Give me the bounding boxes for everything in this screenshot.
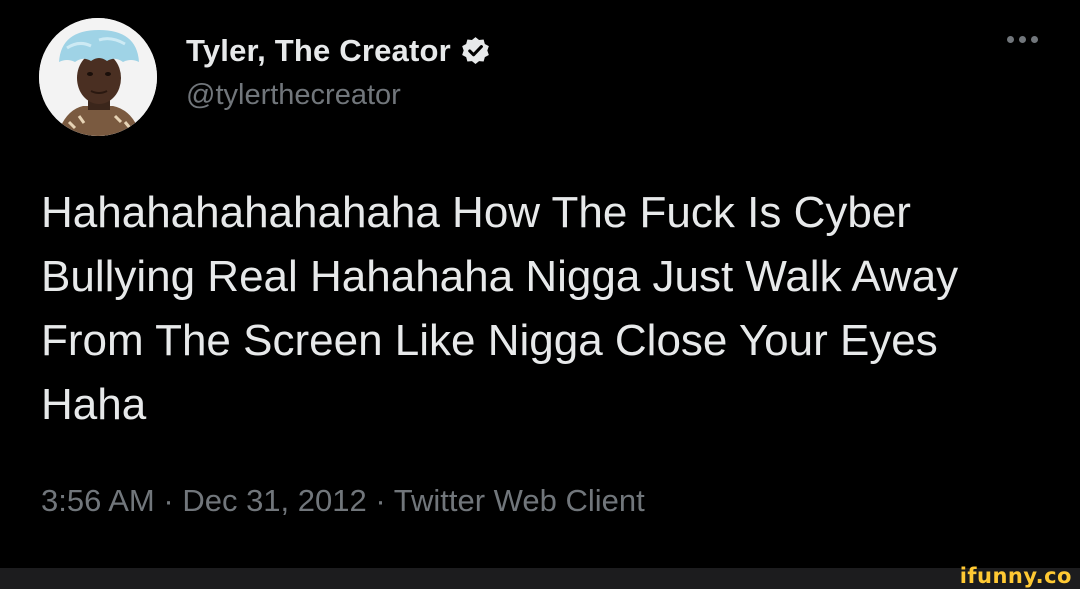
more-options-icon[interactable]	[1007, 36, 1038, 43]
meta-separator: ·	[375, 483, 386, 518]
tweet-source[interactable]: Twitter Web Client	[394, 483, 645, 518]
more-dot	[1007, 36, 1014, 43]
avatar-image	[39, 18, 157, 136]
verified-badge-icon	[459, 35, 492, 68]
meta-separator: ·	[163, 483, 174, 518]
tweet-time[interactable]: 3:56 AM	[41, 483, 155, 518]
watermark-logo: ifunny.co	[959, 564, 1072, 588]
tweet-text: Hahahahahahahaha How The Fuck Is Cyber B…	[41, 188, 959, 429]
watermark-bar	[0, 568, 1080, 589]
tweet-meta: 3:56 AM · Dec 31, 2012 · Twitter Web Cli…	[41, 483, 645, 519]
tweet-date[interactable]: Dec 31, 2012	[182, 483, 366, 518]
more-dot	[1019, 36, 1026, 43]
author-handle[interactable]: @tylerthecreator	[186, 79, 401, 112]
author-display-name[interactable]: Tyler, The Creator	[186, 33, 451, 69]
more-dot	[1031, 36, 1038, 43]
tweet-card: Tyler, The Creator @tylerthecreator Haha…	[0, 0, 1080, 568]
avatar[interactable]	[39, 18, 157, 136]
author-name-row[interactable]: Tyler, The Creator	[186, 30, 492, 72]
